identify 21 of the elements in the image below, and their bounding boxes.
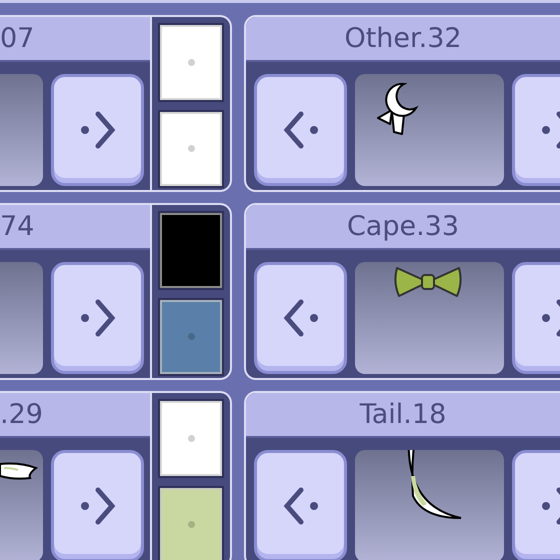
item-preview[interactable]: [355, 74, 504, 186]
next-button[interactable]: [51, 450, 144, 560]
color-swatch[interactable]: [158, 486, 224, 560]
color-swatch[interactable]: [158, 110, 224, 188]
next-button[interactable]: [51, 262, 144, 374]
previous-button[interactable]: [254, 450, 347, 560]
previous-button[interactable]: [254, 262, 347, 374]
color-swatch[interactable]: [158, 298, 224, 376]
bow-icon: [393, 264, 463, 300]
category-title: Other.32: [344, 23, 462, 54]
previous-button[interactable]: [254, 74, 347, 186]
color-swatch[interactable]: [158, 23, 224, 102]
category-title: 74: [0, 211, 34, 242]
category-title: Cape.33: [346, 211, 460, 242]
category-title: 07: [0, 23, 34, 54]
item-preview[interactable]: [0, 450, 43, 560]
color-swatch[interactable]: [158, 211, 224, 290]
color-swatch[interactable]: [158, 399, 224, 478]
next-button[interactable]: [51, 74, 144, 186]
category-title: Tail.18: [360, 399, 446, 430]
category-title: .29: [0, 399, 43, 430]
